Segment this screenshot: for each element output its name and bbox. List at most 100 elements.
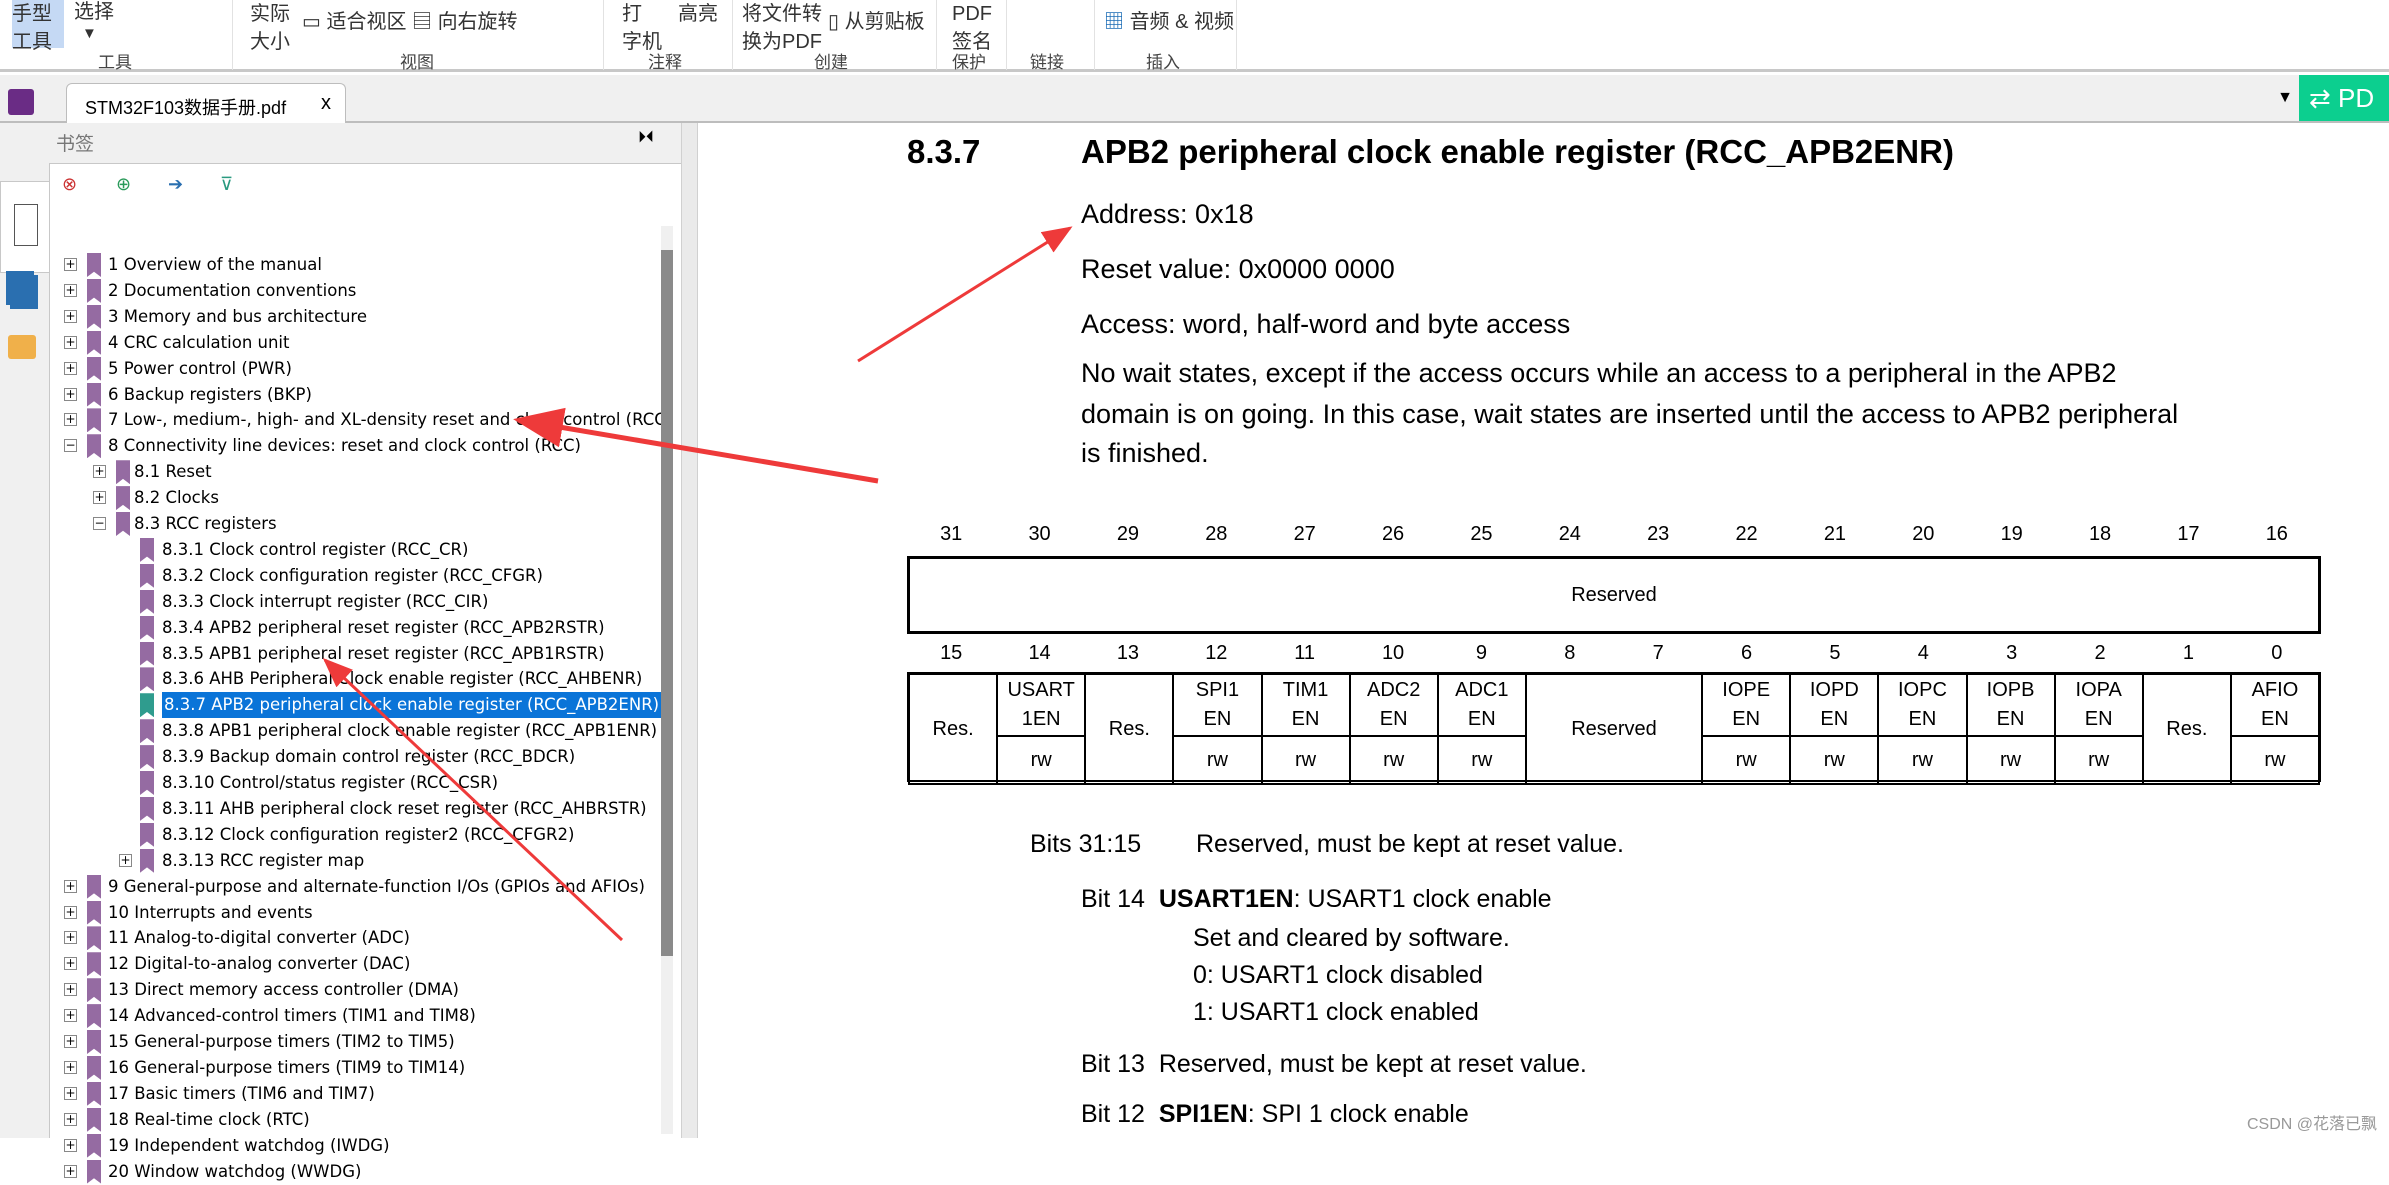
expand-icon[interactable]: + xyxy=(64,1112,77,1126)
panel-splitter[interactable] xyxy=(681,123,698,1138)
bookmark-item[interactable]: +1 Overview of the manual xyxy=(50,252,660,278)
bookmark-item[interactable]: +4 CRC calculation unit xyxy=(50,330,660,356)
expand-icon[interactable]: + xyxy=(64,1060,77,1074)
convert-to-pdf-button[interactable]: 将文件转 换为PDF xyxy=(742,0,822,56)
bookmark-item[interactable]: 8.3.10 Control/status register (RCC_CSR) xyxy=(50,770,660,796)
bit-number: 7 xyxy=(1652,642,1664,664)
bookmark-item[interactable]: +8.1 Reset xyxy=(50,459,660,485)
bookmark-item[interactable]: 8.3.5 APB1 peripheral reset register (RC… xyxy=(50,641,660,667)
expand-icon[interactable]: + xyxy=(64,1164,77,1178)
expand-icon[interactable]: + xyxy=(64,983,77,997)
bookmark-item[interactable]: 8.3.9 Backup domain control register (RC… xyxy=(50,744,660,770)
expand-bookmark-icon[interactable]: ⊽ xyxy=(220,174,233,195)
bookmark-item[interactable]: +7 Low-, medium-, high- and XL-density r… xyxy=(50,407,672,433)
bookmark-label: 8.3.12 Clock configuration register2 (RC… xyxy=(162,824,575,844)
tab-close-icon[interactable]: x xyxy=(321,92,331,115)
expand-icon[interactable]: + xyxy=(64,387,77,401)
group-label-tools: 工具 xyxy=(98,53,132,72)
expand-icon[interactable]: + xyxy=(64,1138,77,1152)
collapse-panel-icon[interactable]: ⏵⏴ xyxy=(638,129,654,147)
bookmark-item[interactable]: +6 Backup registers (BKP) xyxy=(50,382,660,408)
add-bookmark-icon[interactable]: ⊕ xyxy=(116,174,131,195)
expand-icon[interactable]: + xyxy=(64,1009,77,1023)
bit-number: 23 xyxy=(1647,523,1670,545)
rotate-right-button[interactable]: ▤ 向右旋转 xyxy=(412,8,518,36)
sidebar-scrollbar[interactable] xyxy=(661,226,673,1134)
bookmark-item[interactable]: +17 Basic timers (TIM6 and TIM7) xyxy=(50,1081,660,1107)
bookmark-item[interactable]: +2 Documentation conventions xyxy=(50,278,660,304)
bookmark-item[interactable]: +8.2 Clocks xyxy=(50,485,660,511)
bookmark-item[interactable]: +13 Direct memory access controller (DMA… xyxy=(50,977,660,1003)
bit-number: 11 xyxy=(1294,642,1316,664)
bookmarks-tab[interactable] xyxy=(0,181,49,273)
bookmark-item[interactable]: +16 General-purpose timers (TIM9 to TIM1… xyxy=(50,1055,660,1081)
from-clipboard-button[interactable]: ▯ 从剪贴板 xyxy=(828,8,925,36)
bookmark-label: 12 Digital-to-analog converter (DAC) xyxy=(108,954,411,974)
bookmark-item[interactable]: 8.3.12 Clock configuration register2 (RC… xyxy=(50,822,660,848)
bookmark-item[interactable]: +15 General-purpose timers (TIM2 to TIM5… xyxy=(50,1029,660,1055)
bookmark-icon xyxy=(140,771,154,795)
bit-number: 18 xyxy=(2088,523,2112,545)
bookmark-item[interactable]: 8.3.1 Clock control register (RCC_CR) xyxy=(50,537,660,563)
pdf-convert-button[interactable]: ⇄ PD xyxy=(2299,75,2389,121)
bookmark-item[interactable]: − 8 Connectivity line devices: reset and … xyxy=(50,433,660,459)
expand-icon[interactable]: + xyxy=(64,1035,77,1048)
select-dropdown-icon[interactable]: ▼ xyxy=(82,20,97,48)
actual-size-button[interactable]: 实际 大小 xyxy=(250,0,290,56)
bookmark-item[interactable]: +3 Memory and bus architecture xyxy=(50,304,660,330)
bookmark-item[interactable]: 8.3.2 Clock configuration register (RCC_… xyxy=(50,563,660,589)
bookmark-item[interactable]: +10 Interrupts and events xyxy=(50,900,660,926)
bit-number: 30 xyxy=(1028,523,1051,545)
highlight-button[interactable]: 高亮 xyxy=(678,0,718,28)
bookmark-icon xyxy=(140,537,154,562)
pages-icon[interactable] xyxy=(10,275,38,309)
bookmark-item[interactable]: 8.3.3 Clock interrupt register (RCC_CIR) xyxy=(50,589,660,615)
bookmark-item[interactable]: +14 Advanced-control timers (TIM1 and TI… xyxy=(50,1003,660,1029)
expand-icon[interactable]: + xyxy=(64,361,77,375)
bookmark-item[interactable]: 8.3.7 APB2 peripheral clock enable regis… xyxy=(50,692,662,719)
bookmark-item[interactable]: +12 Digital-to-analog converter (DAC) xyxy=(50,951,660,977)
expand-icon[interactable]: + xyxy=(64,335,77,349)
bookmark-item[interactable]: +19 Independent watchdog (IWDG) xyxy=(50,1133,660,1159)
expand-icon[interactable]: + xyxy=(64,1086,77,1100)
expand-icon[interactable]: + xyxy=(64,905,77,919)
bit-number: 25 xyxy=(1470,523,1493,545)
access-type: rw xyxy=(1348,735,1439,785)
expand-icon[interactable]: + xyxy=(119,853,132,867)
expand-icon[interactable]: + xyxy=(64,957,77,971)
audio-video-button[interactable]: ▦ 音频 & 视频 xyxy=(1104,8,1234,36)
scrollbar-thumb[interactable] xyxy=(661,250,673,956)
expand-icon[interactable]: + xyxy=(64,309,77,323)
collapse-icon[interactable]: − xyxy=(64,439,77,453)
comments-icon[interactable] xyxy=(8,335,36,359)
expand-icon[interactable]: + xyxy=(64,879,77,893)
bookmark-item[interactable]: +18 Real-time clock (RTC) xyxy=(50,1107,660,1133)
expand-icon[interactable]: + xyxy=(93,491,106,505)
expand-icon[interactable]: + xyxy=(64,931,77,945)
tab-list-dropdown-icon[interactable]: ▼ xyxy=(2277,89,2293,107)
tab-document[interactable]: STM32F103数据手册.pdf x xyxy=(66,83,346,123)
bookmark-label: 16 General-purpose timers (TIM9 to TIM14… xyxy=(108,1057,466,1077)
bit-label: Bit 14 xyxy=(1081,885,1145,913)
bit14-heading: Bit 14 USART1EN: USART1 clock enable xyxy=(1081,885,1552,914)
bookmark-item[interactable]: +11 Analog-to-digital converter (ADC) xyxy=(50,925,660,951)
bookmark-item[interactable]: +5 Power control (PWR) xyxy=(50,356,660,382)
expand-icon[interactable]: + xyxy=(64,283,77,297)
delete-bookmark-icon[interactable]: ⊗ xyxy=(62,174,77,195)
collapse-icon[interactable]: − xyxy=(93,517,106,530)
bookmark-item[interactable]: 8.3.4 APB2 peripheral reset register (RC… xyxy=(50,615,660,641)
bookmark-item[interactable]: +8.3.13 RCC register map xyxy=(50,848,660,874)
bookmark-item[interactable]: 8.3.8 APB1 peripheral clock enable regis… xyxy=(50,718,660,744)
bookmark-item[interactable]: +20 Window watchdog (WWDG) xyxy=(50,1159,660,1185)
move-bookmark-icon[interactable]: ➔ xyxy=(168,174,183,195)
register-field: IOPD EN xyxy=(1789,673,1880,737)
expand-icon[interactable]: + xyxy=(93,465,106,479)
expand-icon[interactable]: + xyxy=(64,258,77,271)
bookmark-item[interactable]: 8.3.6 AHB Peripheral Clock enable regist… xyxy=(50,666,660,692)
bookmark-item[interactable]: +9 General-purpose and alternate-functio… xyxy=(50,874,660,900)
bookmark-item[interactable]: 8.3.11 AHB peripheral clock reset regist… xyxy=(50,796,660,822)
expand-icon[interactable]: + xyxy=(64,413,77,427)
fit-view-button[interactable]: ▭ 适合视区 xyxy=(302,8,406,36)
hand-tool-button[interactable]: 手型 工具 xyxy=(12,0,64,53)
bookmark-item[interactable]: − 8.3 RCC registers xyxy=(50,511,660,537)
